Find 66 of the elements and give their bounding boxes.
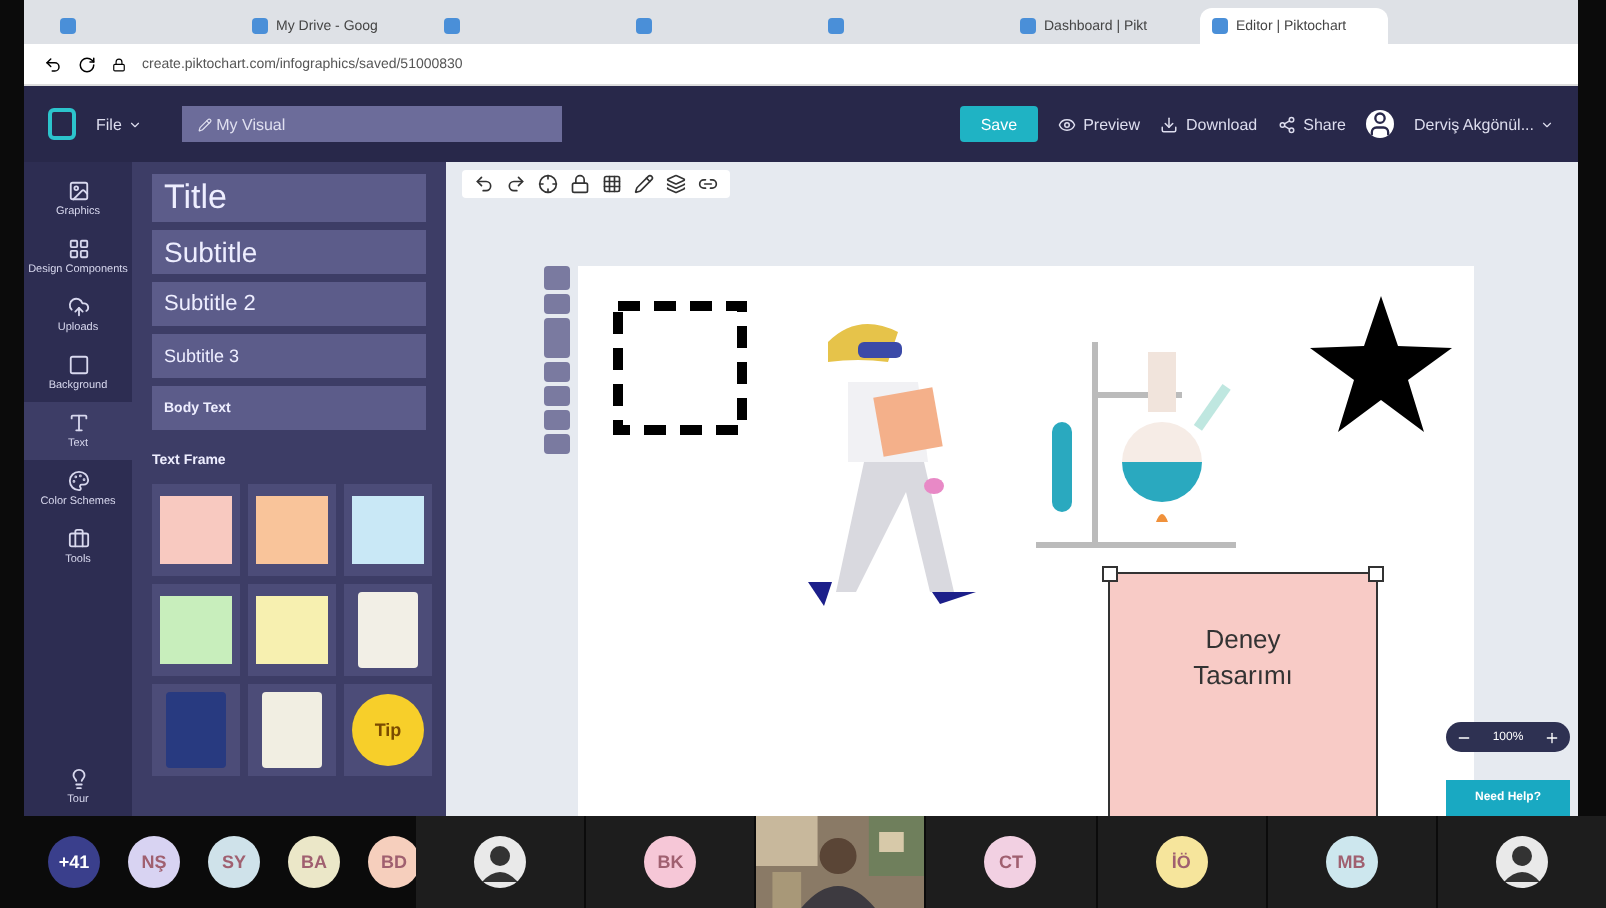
lightbulb-icon: [67, 767, 89, 790]
text-frame-option[interactable]: Tip: [344, 684, 432, 776]
eye-icon: [1057, 115, 1076, 133]
text-style-option[interactable]: Subtitle: [152, 230, 426, 274]
pencil-icon: [197, 117, 212, 131]
site-icon: [252, 18, 268, 34]
caret-icon: [127, 117, 142, 131]
site-icon: [828, 18, 844, 34]
text-frame-option[interactable]: [152, 584, 240, 676]
avatar-icon: [474, 836, 527, 888]
site-icon: [1212, 18, 1228, 34]
text-icon: [67, 412, 89, 435]
selection-handle[interactable]: [1102, 566, 1118, 582]
frame-text[interactable]: Deney Tasarımı: [1193, 622, 1293, 816]
text-frame-option[interactable]: [248, 484, 336, 576]
text-frame-option[interactable]: [344, 484, 432, 576]
text-style-option[interactable]: Subtitle 3: [152, 334, 426, 378]
user-menu[interactable]: Derviş Akgönül...: [1413, 115, 1554, 133]
graphics-icon: [67, 180, 89, 202]
link-icon[interactable]: [698, 174, 718, 194]
undo-icon[interactable]: [474, 174, 494, 194]
background-icon: [67, 354, 89, 377]
share-button[interactable]: Share: [1277, 115, 1346, 133]
grid-icon[interactable]: [602, 174, 622, 194]
components-icon: [67, 238, 89, 261]
app-logo[interactable]: [48, 108, 76, 140]
reload-icon[interactable]: [78, 55, 96, 73]
tools-icon: [67, 528, 89, 551]
site-icon: [636, 18, 652, 34]
text-frame-option[interactable]: [248, 584, 336, 676]
site-icon: [1020, 18, 1036, 34]
text-frame-option[interactable]: [152, 484, 240, 576]
file-menu[interactable]: File: [96, 115, 142, 133]
colors-icon: [67, 470, 89, 493]
participant-avatar[interactable]: SY: [208, 836, 260, 888]
site-icon: [60, 18, 76, 34]
download-button[interactable]: Download: [1160, 115, 1258, 133]
target-icon[interactable]: [538, 174, 558, 194]
plus-icon[interactable]: [1543, 729, 1560, 745]
caret-icon: [1540, 117, 1554, 131]
user-avatar-icon[interactable]: [1365, 110, 1394, 138]
text-frame[interactable]: Deney Tasarımı: [1108, 572, 1378, 816]
avatar-icon: [1495, 836, 1548, 888]
redo-icon[interactable]: [506, 174, 526, 194]
star-shape[interactable]: [1308, 296, 1454, 432]
document-name-field[interactable]: My Visual: [181, 106, 562, 142]
participant-avatar[interactable]: İÖ: [1155, 836, 1208, 888]
site-icon: [444, 18, 460, 34]
text-style-option[interactable]: Title: [152, 174, 426, 222]
lock-icon[interactable]: [570, 174, 590, 194]
lock-icon: [112, 57, 126, 71]
participant-avatar[interactable]: MB: [1325, 836, 1378, 888]
layers-icon[interactable]: [666, 174, 686, 194]
download-icon: [1160, 115, 1179, 133]
back-icon[interactable]: [44, 55, 62, 73]
share-icon: [1277, 115, 1296, 133]
pen-icon[interactable]: [634, 174, 654, 194]
preview-button[interactable]: Preview: [1057, 115, 1141, 133]
text-frame-option[interactable]: [248, 684, 336, 776]
text-style-option[interactable]: Subtitle 2: [152, 282, 426, 326]
text-frame-option[interactable]: [344, 584, 432, 676]
uploads-icon: [67, 296, 89, 319]
participant-avatar[interactable]: +41: [48, 836, 100, 888]
participant-avatar[interactable]: BA: [288, 836, 340, 888]
selection-handle[interactable]: [1368, 566, 1384, 582]
dashed-square-shape[interactable]: [612, 300, 748, 436]
